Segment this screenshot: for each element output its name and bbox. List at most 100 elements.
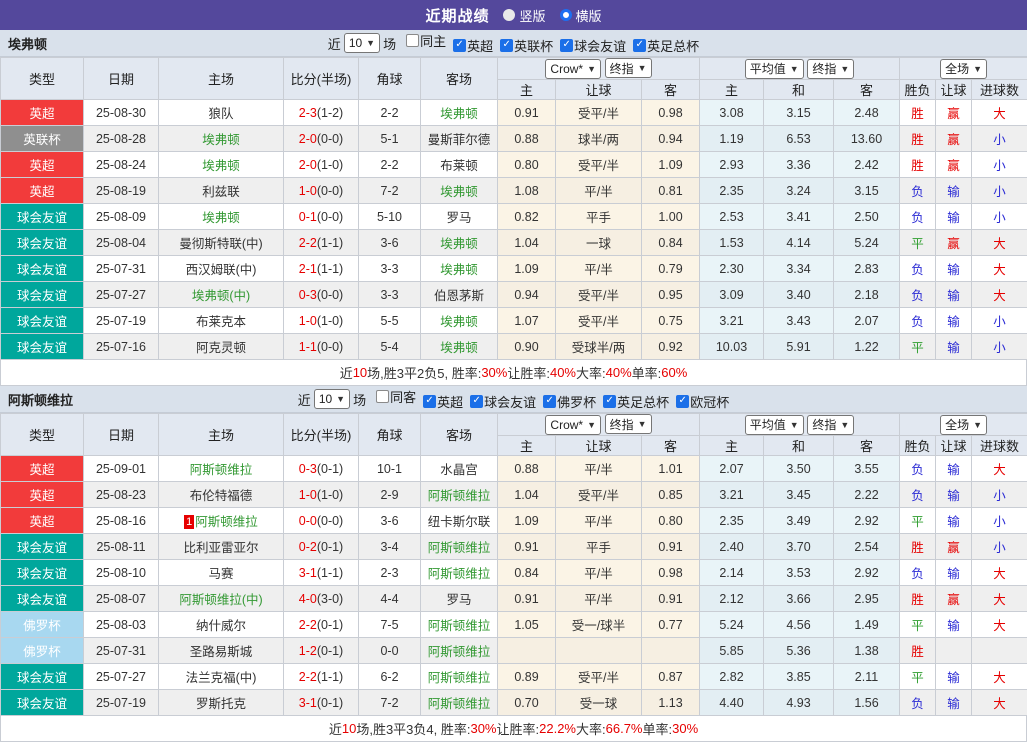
bookmaker-group: Crow*▼ 终指▼ <box>498 414 700 436</box>
score-cell: 2-1(1-1) <box>284 256 359 282</box>
odds-home-cell: 1.05 <box>498 612 556 638</box>
match-count-select[interactable]: 10▼ <box>344 33 380 53</box>
odds-handicap-cell: 平手 <box>556 534 642 560</box>
corner-cell: 3-3 <box>359 282 421 308</box>
goals-result-cell: 小 <box>972 534 1027 560</box>
halftime-score: (0-1) <box>317 696 343 710</box>
result-label: 小 <box>993 185 1006 199</box>
radio-horizontal-layout[interactable]: 横版 <box>560 6 602 25</box>
wdl-result-cell: 胜 <box>900 152 936 178</box>
bookmaker-select[interactable]: Crow*▼ <box>545 59 601 79</box>
col-date: 日期 <box>84 414 159 456</box>
average-select[interactable]: 平均值▼ <box>745 415 804 435</box>
checkbox-icon[interactable]: ✓ <box>633 39 646 52</box>
filter-item[interactable]: 同主 <box>399 31 446 50</box>
fulltime-select[interactable]: 全场▼ <box>940 415 987 435</box>
checkbox-icon[interactable] <box>376 390 389 403</box>
team-label: 马赛 <box>208 567 233 581</box>
halftime-score: (0-1) <box>317 644 343 658</box>
filter-item[interactable]: ✓球会友谊 <box>463 392 536 411</box>
checkbox-icon[interactable]: ✓ <box>500 39 513 52</box>
result-label: 输 <box>947 489 960 503</box>
result-label: 输 <box>947 515 960 529</box>
result-label: 输 <box>947 341 960 355</box>
bookmaker-select[interactable]: Crow*▼ <box>545 415 601 435</box>
checkbox-icon[interactable]: ✓ <box>423 395 436 408</box>
odds-handicap-cell: 受球半/两 <box>556 334 642 360</box>
avg-away-cell: 2.54 <box>834 534 900 560</box>
home-team-cell: 埃弗顿 <box>159 126 284 152</box>
summary-text: 10 <box>342 721 356 736</box>
avg-stage-select[interactable]: 终指▼ <box>807 59 854 79</box>
checkbox-icon[interactable]: ✓ <box>560 39 573 52</box>
radio-vertical-layout[interactable]: 竖版 <box>503 6 545 25</box>
summary-text: 单率: <box>643 719 673 738</box>
filter-item[interactable]: ✓佛罗杯 <box>536 392 596 411</box>
goals-result-cell: 大 <box>972 100 1027 126</box>
radio-icon[interactable] <box>503 9 515 21</box>
match-row: 佛罗杯25-08-03纳什威尔2-2(0-1)7-5阿斯顿维拉1.05受一/球半… <box>1 612 1027 638</box>
date-cell: 25-08-11 <box>84 534 159 560</box>
avg-home-cell: 2.07 <box>700 456 764 482</box>
halftime-score: (1-1) <box>317 236 343 250</box>
avg-away-cell: 1.38 <box>834 638 900 664</box>
col-date: 日期 <box>84 58 159 100</box>
filter-item[interactable]: ✓英联杯 <box>493 36 553 55</box>
radio-icon[interactable] <box>560 9 572 21</box>
result-label: 输 <box>947 463 960 477</box>
checkbox-icon[interactable]: ✓ <box>603 395 616 408</box>
away-team-cell: 阿斯顿维拉 <box>421 482 498 508</box>
col-corner: 角球 <box>359 58 421 100</box>
odds-stage-select[interactable]: 终指▼ <box>605 414 652 434</box>
filter-item[interactable]: ✓英足总杯 <box>626 36 699 55</box>
filter-item[interactable]: ✓英足总杯 <box>596 392 669 411</box>
filter-item[interactable]: 同客 <box>369 387 416 406</box>
odds-home-cell: 0.89 <box>498 664 556 690</box>
filter-item[interactable]: ✓欧冠杯 <box>669 392 729 411</box>
col-type: 类型 <box>1 414 84 456</box>
odds-away-cell: 0.95 <box>642 282 700 308</box>
summary-text: 单率: <box>632 363 662 382</box>
avg-stage-select[interactable]: 终指▼ <box>807 415 854 435</box>
filter-item[interactable]: ✓英超 <box>416 392 463 411</box>
odds-home-cell: 0.91 <box>498 586 556 612</box>
match-row: 英联杯25-08-28埃弗顿2-0(0-0)5-1曼斯菲尔德0.88球半/两0.… <box>1 126 1027 152</box>
average-select[interactable]: 平均值▼ <box>745 59 804 79</box>
result-label: 大 <box>993 463 1006 477</box>
corner-cell: 2-3 <box>359 560 421 586</box>
handicap-result-cell: 输 <box>936 690 972 716</box>
match-count-select[interactable]: 10▼ <box>314 389 350 409</box>
filter-item[interactable]: ✓英超 <box>446 36 493 55</box>
team-label: 埃弗顿 <box>440 341 478 355</box>
checkbox-icon[interactable]: ✓ <box>453 39 466 52</box>
checkbox-icon[interactable] <box>406 34 419 47</box>
odds-handicap-cell: 球半/两 <box>556 126 642 152</box>
avg-away-cell: 2.07 <box>834 308 900 334</box>
filter-label: 球会友谊 <box>484 392 536 411</box>
away-team-cell: 曼斯菲尔德 <box>421 126 498 152</box>
league-type-cell: 英超 <box>1 482 84 508</box>
handicap-result-cell: 输 <box>936 456 972 482</box>
odds-handicap-cell: 平/半 <box>556 178 642 204</box>
odds-away-cell: 1.13 <box>642 690 700 716</box>
avg-draw-cell: 3.53 <box>764 560 834 586</box>
checkbox-icon[interactable]: ✓ <box>543 395 556 408</box>
handicap-result-cell: 赢 <box>936 230 972 256</box>
checkbox-icon[interactable]: ✓ <box>676 395 689 408</box>
team-label: 埃弗顿(中) <box>192 289 250 303</box>
wdl-result-cell: 胜 <box>900 534 936 560</box>
halftime-score: (1-0) <box>317 158 343 172</box>
filter-item[interactable]: ✓球会友谊 <box>553 36 626 55</box>
checkbox-icon[interactable]: ✓ <box>470 395 483 408</box>
odds-stage-select[interactable]: 终指▼ <box>605 58 652 78</box>
avg-home-cell: 10.03 <box>700 334 764 360</box>
odds-handicap-cell: 受平/半 <box>556 100 642 126</box>
result-label: 胜 <box>911 593 924 607</box>
odds-home-cell: 0.84 <box>498 560 556 586</box>
date-cell: 25-08-23 <box>84 482 159 508</box>
odds-home-cell: 0.80 <box>498 152 556 178</box>
result-label: 大 <box>993 671 1006 685</box>
match-row: 英超25-08-24埃弗顿2-0(1-0)2-2布莱顿0.80受平/半1.092… <box>1 152 1027 178</box>
score-cell: 0-2(0-1) <box>284 534 359 560</box>
fulltime-select[interactable]: 全场▼ <box>940 59 987 79</box>
